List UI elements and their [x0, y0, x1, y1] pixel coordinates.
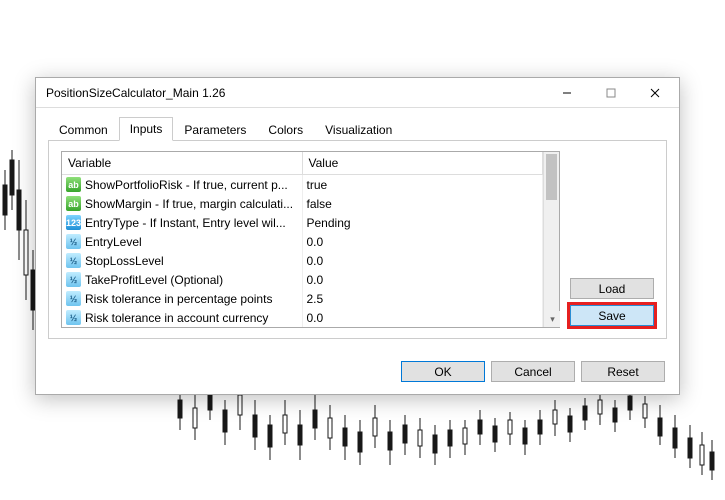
col-header-variable[interactable]: Variable [62, 152, 302, 175]
table-row[interactable]: ½ EntryLevel 0.0 [62, 232, 543, 251]
variable-value[interactable]: false [302, 194, 543, 213]
minimize-button[interactable] [545, 79, 589, 107]
table-row[interactable]: ½ StopLossLevel 0.0 [62, 251, 543, 270]
reset-button[interactable]: Reset [581, 361, 665, 382]
variable-name: Risk tolerance in percentage points [85, 292, 272, 306]
table-row[interactable]: ½ Risk tolerance in account currency 0.0 [62, 308, 543, 327]
table-row[interactable]: 123 EntryType - If Instant, Entry level w… [62, 213, 543, 232]
col-header-value[interactable]: Value [302, 152, 543, 175]
num-type-icon: ½ [66, 291, 81, 306]
ok-button[interactable]: OK [401, 361, 485, 382]
tab-colors[interactable]: Colors [257, 118, 314, 141]
tabs: Common Inputs Parameters Colors Visualiz… [48, 116, 667, 141]
tab-parameters[interactable]: Parameters [173, 118, 257, 141]
cancel-button[interactable]: Cancel [491, 361, 575, 382]
variable-value[interactable]: 0.0 [302, 232, 543, 251]
table-row[interactable]: ab ShowPortfolioRisk - If true, current p… [62, 175, 543, 195]
variable-name: EntryType - If Instant, Entry level wil.… [85, 216, 286, 230]
num-type-icon: ½ [66, 234, 81, 249]
variable-value[interactable]: 2.5 [302, 289, 543, 308]
variable-value[interactable]: 0.0 [302, 251, 543, 270]
table-row[interactable]: ½ TakeProfitLevel (Optional) 0.0 [62, 270, 543, 289]
variable-value[interactable]: true [302, 175, 543, 195]
table-row[interactable]: ½ Risk tolerance in percentage points 2.5 [62, 289, 543, 308]
window-title: PositionSizeCalculator_Main 1.26 [46, 86, 545, 100]
maximize-button[interactable] [589, 79, 633, 107]
inputs-grid[interactable]: Variable Value ab ShowPortfolioRisk - If … [61, 151, 560, 328]
variable-name: EntryLevel [85, 235, 142, 249]
titlebar[interactable]: PositionSizeCalculator_Main 1.26 [36, 78, 679, 108]
load-button[interactable]: Load [570, 278, 654, 299]
enum-type-icon: 123 [66, 215, 81, 230]
bool-type-icon: ab [66, 196, 81, 211]
tab-visualization[interactable]: Visualization [314, 118, 403, 141]
save-button[interactable]: Save [570, 305, 654, 326]
close-button[interactable] [633, 79, 677, 107]
variable-name: Risk tolerance in account currency [85, 311, 268, 325]
variable-name: TakeProfitLevel (Optional) [85, 273, 223, 287]
num-type-icon: ½ [66, 272, 81, 287]
variable-name: StopLossLevel [85, 254, 164, 268]
variable-value[interactable]: 0.0 [302, 308, 543, 327]
variable-name: ShowPortfolioRisk - If true, current p..… [85, 178, 288, 192]
scroll-thumb[interactable] [546, 154, 557, 200]
variable-name: ShowMargin - If true, margin calculati..… [85, 197, 293, 211]
variable-value[interactable]: Pending [302, 213, 543, 232]
variable-value[interactable]: 0.0 [302, 270, 543, 289]
grid-scrollbar[interactable]: ▾ [543, 152, 559, 327]
num-type-icon: ½ [66, 310, 81, 325]
scroll-down-arrow[interactable]: ▾ [544, 311, 560, 327]
bool-type-icon: ab [66, 177, 81, 192]
tab-common[interactable]: Common [48, 118, 119, 141]
tab-inputs[interactable]: Inputs [119, 117, 174, 141]
table-row[interactable]: ab ShowMargin - If true, margin calculati… [62, 194, 543, 213]
dialog-window: PositionSizeCalculator_Main 1.26 Common … [35, 77, 680, 395]
num-type-icon: ½ [66, 253, 81, 268]
